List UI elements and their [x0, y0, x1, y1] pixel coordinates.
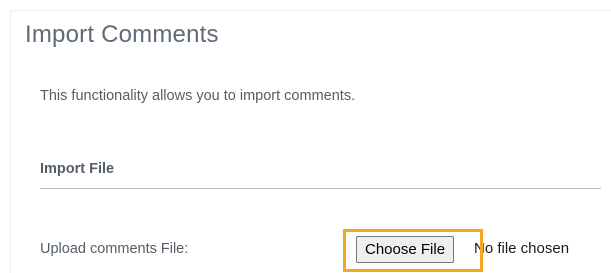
section-divider — [40, 188, 601, 189]
page-description: This functionality allows you to import … — [40, 88, 356, 104]
page-title: Import Comments — [25, 21, 219, 48]
import-file-heading: Import File — [40, 161, 115, 177]
import-comments-panel: Import Comments — [10, 10, 611, 273]
choose-file-button[interactable]: Choose File — [356, 236, 455, 263]
file-status-text: No file chosen — [474, 240, 570, 257]
upload-comments-label: Upload comments File: — [40, 241, 189, 257]
